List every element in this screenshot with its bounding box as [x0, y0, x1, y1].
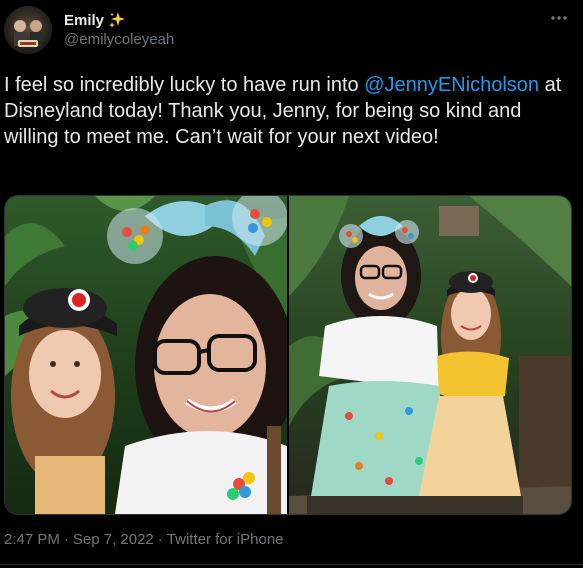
tweet-text: I feel so incredibly lucky to have run i… — [4, 72, 574, 150]
photo-selfie[interactable] — [5, 196, 287, 514]
more-options-button[interactable] — [546, 8, 572, 28]
sparkle-icon — [108, 11, 126, 29]
tweet-text-before: I feel so incredibly lucky to have run i… — [4, 74, 365, 96]
meta-separator: · — [63, 531, 69, 548]
author-name-row[interactable]: Emily — [64, 10, 126, 30]
avatar-image — [4, 6, 52, 54]
author-handle[interactable]: @emilycoleyeah — [64, 31, 174, 48]
selfie-photo-image — [5, 196, 287, 514]
mention-link[interactable]: @JennyENicholson — [364, 74, 539, 96]
tweet-source[interactable]: Twitter for iPhone — [167, 531, 284, 548]
avatar[interactable] — [4, 6, 52, 54]
tweet-time[interactable]: 2:47 PM — [4, 531, 60, 548]
author-display-name[interactable]: Emily — [64, 12, 104, 29]
meta-separator: · — [157, 531, 163, 548]
tweet[interactable]: Emily @emilycoleyeah I feel so incredibl… — [0, 0, 583, 568]
full-body-photo-image — [289, 196, 571, 514]
more-icon — [551, 16, 567, 20]
tweet-date[interactable]: Sep 7, 2022 — [73, 531, 154, 548]
tweet-meta: 2:47 PM · Sep 7, 2022 · Twitter for iPho… — [4, 531, 284, 548]
tweet-media — [4, 195, 572, 515]
bottom-divider — [0, 564, 583, 565]
photo-full-body[interactable] — [289, 196, 571, 514]
